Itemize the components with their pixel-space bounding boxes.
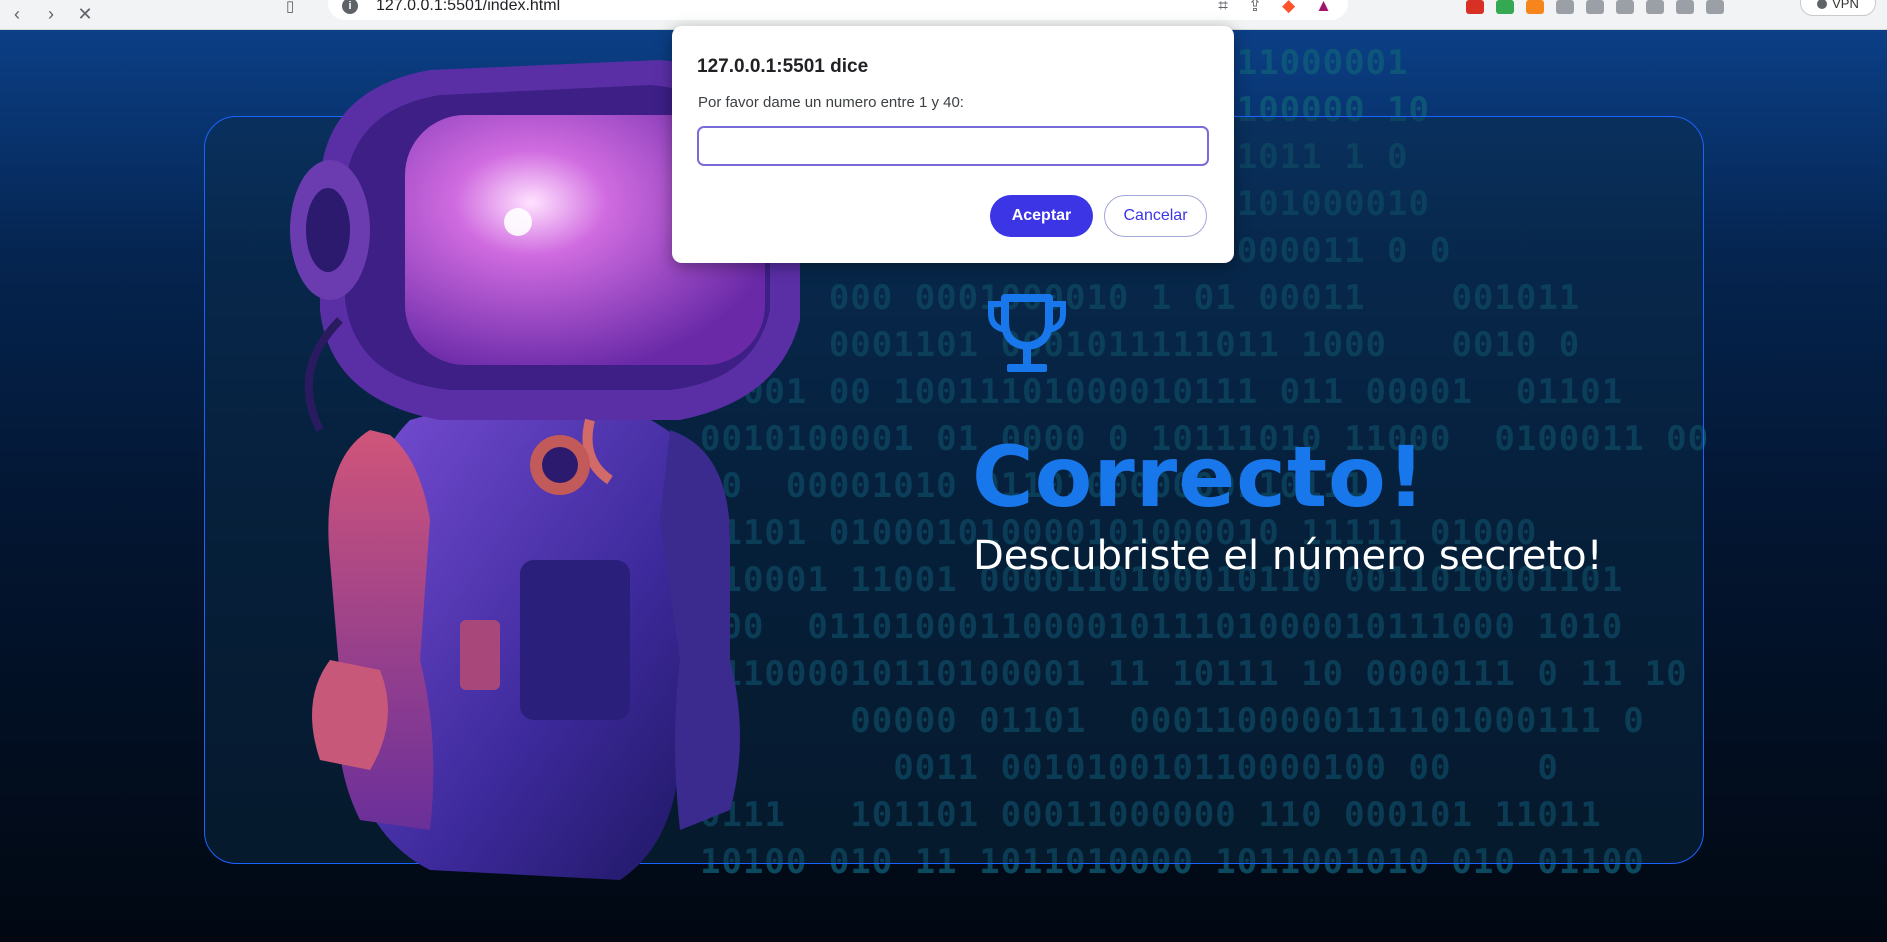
extension-music-icon[interactable] [1586,0,1604,14]
accept-button[interactable]: Aceptar [990,195,1093,237]
back-icon[interactable]: ‹ [0,0,34,30]
trophy-icon [988,294,1066,372]
prompt-dialog: 127.0.0.1:5501 dice Por favor dame un nu… [672,26,1234,263]
sidebar-icon[interactable] [1646,0,1664,14]
brave-shield-icon[interactable]: ◆ [1282,0,1295,16]
vpn-label: VPN [1832,0,1859,11]
dialog-message: Por favor dame un numero entre 1 y 40: [698,94,964,111]
stop-loading-icon[interactable]: ✕ [68,0,102,30]
wallet-icon[interactable] [1676,0,1694,14]
bookmark-icon[interactable]: ▯ [286,0,294,18]
result-subtitle: Descubriste el número secreto! [973,533,1603,579]
extension-metamask-icon[interactable] [1526,0,1544,14]
number-input[interactable] [697,126,1209,166]
translate-icon[interactable]: ⌗ [1218,0,1228,16]
extension-chart-icon[interactable] [1496,0,1514,14]
extension-video-icon[interactable] [1466,0,1484,14]
vpn-button[interactable]: VPN [1800,0,1876,16]
site-info-icon[interactable]: i [342,0,358,14]
url-text[interactable]: 127.0.0.1:5501/index.html [376,0,560,14]
vpn-status-icon [1817,0,1828,9]
extensions-bar [1466,0,1724,16]
brave-rewards-icon[interactable]: ▲ [1315,0,1332,16]
cancel-button[interactable]: Cancelar [1104,195,1207,237]
extension-puzzle-icon[interactable] [1556,0,1574,14]
download-icon[interactable] [1616,0,1634,14]
share-icon[interactable]: ⇪ [1248,0,1262,16]
result-title: Correcto! [972,428,1427,526]
leo-ai-icon[interactable] [1706,0,1724,14]
forward-icon[interactable]: › [34,0,68,30]
address-bar[interactable]: i 127.0.0.1:5501/index.html ⌗ ⇪ ◆ ▲ [328,0,1348,20]
dialog-title: 127.0.0.1:5501 dice [697,56,869,77]
